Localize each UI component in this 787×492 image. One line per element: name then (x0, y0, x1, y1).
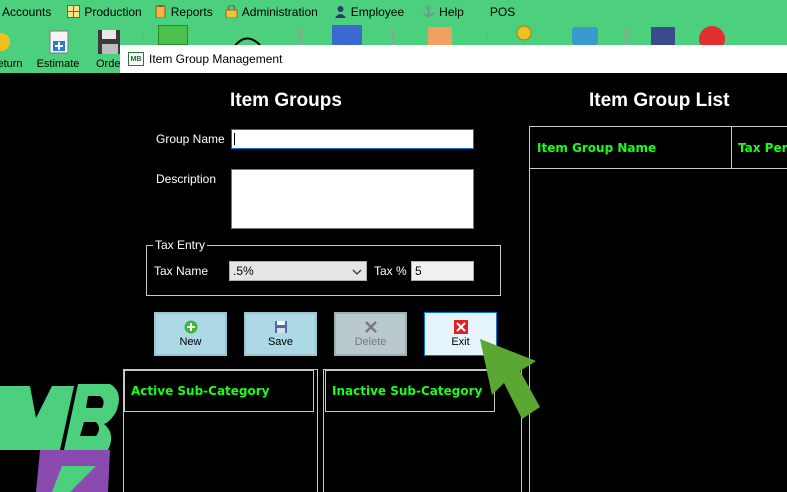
group-name-label: Group Name (156, 132, 225, 146)
delete-button[interactable]: Delete (334, 312, 407, 356)
menu-label: Production (84, 4, 142, 19)
menu-help[interactable]: Help (418, 0, 472, 23)
list-heading: Item Group List (589, 90, 730, 111)
grid-icon (67, 5, 81, 18)
column-label: Item Group Name (537, 140, 657, 155)
plus-circle-icon (184, 320, 198, 334)
toolbar-label: Orde (96, 58, 120, 70)
app-icon: MB (128, 52, 144, 66)
tax-percent-input[interactable]: 5 (411, 261, 474, 281)
toolbar-label: Estimate (36, 58, 80, 70)
column-header-item-group-name[interactable]: Item Group Name (530, 127, 732, 169)
app-root: Accounts Production Reports Administrati… (0, 0, 787, 492)
menu-employee[interactable]: Employee (330, 0, 412, 23)
pointer-arrow (462, 335, 542, 425)
clipboard-icon (154, 5, 167, 19)
toolbar-refresh-icon[interactable] (572, 27, 598, 45)
toolbar-separator (626, 27, 627, 45)
description-label: Description (156, 172, 217, 186)
delete-x-icon (364, 320, 378, 334)
close-icon (453, 320, 468, 334)
toolbar-return-button[interactable]: eturn (0, 23, 26, 73)
toolbar-chart-icon[interactable] (332, 25, 362, 45)
column-label: Tax Perce (738, 140, 787, 155)
save-button[interactable]: Save (244, 312, 317, 356)
toolbar-separator (392, 27, 393, 45)
menu-reports[interactable]: Reports (150, 0, 221, 23)
toolbar-close-icon[interactable] (697, 25, 727, 52)
save-disk-icon (96, 29, 120, 55)
new-label: New (179, 336, 202, 348)
tax-name-selected: .5% (233, 264, 254, 278)
toolbar-order-button[interactable]: Orde (90, 23, 120, 73)
menu-production[interactable]: Production (63, 0, 149, 23)
group-name-input[interactable] (231, 129, 474, 149)
menu-label: Administration (241, 4, 318, 19)
delete-label: Delete (354, 336, 387, 348)
item-group-list-grid (529, 126, 787, 492)
toolbar-label: eturn (0, 58, 23, 70)
menu-label: Accounts (2, 4, 52, 19)
form-heading: Item Groups (230, 90, 342, 111)
menu-label: Employee (350, 4, 405, 19)
text-caret (234, 133, 235, 145)
active-subcategory-header[interactable]: Active Sub-Category (124, 370, 314, 412)
item-group-management-window: MB Item Group Management Item Groups Gro… (120, 45, 787, 492)
menu-label: Help (439, 4, 464, 19)
chevron-down-icon (352, 266, 362, 276)
menu-pos[interactable]: POS (486, 0, 523, 23)
toolbar-invoice-icon[interactable] (428, 27, 452, 45)
toolbar-separator (143, 27, 144, 45)
toolbar-add-icon[interactable] (158, 25, 188, 45)
tax-entry-legend: Tax Entry (153, 238, 208, 252)
menu-label: Reports (170, 4, 213, 19)
save-label: Save (267, 336, 294, 348)
person-icon (334, 5, 347, 18)
tax-percent-label: Tax % (374, 264, 407, 278)
toolbar-separator (300, 27, 301, 45)
toolbar-calculator-icon[interactable] (651, 27, 675, 45)
tax-name-select[interactable]: .5% (229, 261, 367, 281)
save-disk-icon (274, 320, 288, 334)
toolbar-separator (487, 27, 488, 45)
inactive-subcategory-label: Inactive Sub-Category (332, 384, 483, 398)
tax-entry-group: Tax Entry Tax Name .5% Tax % 5 (146, 238, 501, 296)
new-button[interactable]: New (154, 312, 227, 356)
toolbar-search-icon[interactable] (510, 25, 534, 45)
estimate-icon (43, 29, 73, 55)
app-logo (0, 378, 120, 492)
return-icon (0, 29, 25, 55)
tax-percent-value: 5 (415, 264, 422, 278)
active-subcategory-label: Active Sub-Category (131, 384, 270, 398)
description-textarea[interactable] (231, 169, 474, 229)
lock-icon (225, 4, 238, 19)
tax-name-label: Tax Name (154, 264, 209, 278)
window-title: Item Group Management (149, 52, 283, 66)
menu-administration[interactable]: Administration (221, 0, 326, 23)
main-menu-bar: Accounts Production Reports Administrati… (0, 0, 787, 23)
window-title-bar[interactable]: MB Item Group Management (120, 45, 787, 73)
column-header-tax-percent[interactable]: Tax Perce (731, 127, 787, 169)
toolbar-estimate-button[interactable]: Estimate (34, 23, 82, 73)
menu-accounts[interactable]: Accounts (0, 0, 59, 23)
anchor-icon (422, 5, 435, 18)
menu-label: POS (489, 4, 516, 19)
